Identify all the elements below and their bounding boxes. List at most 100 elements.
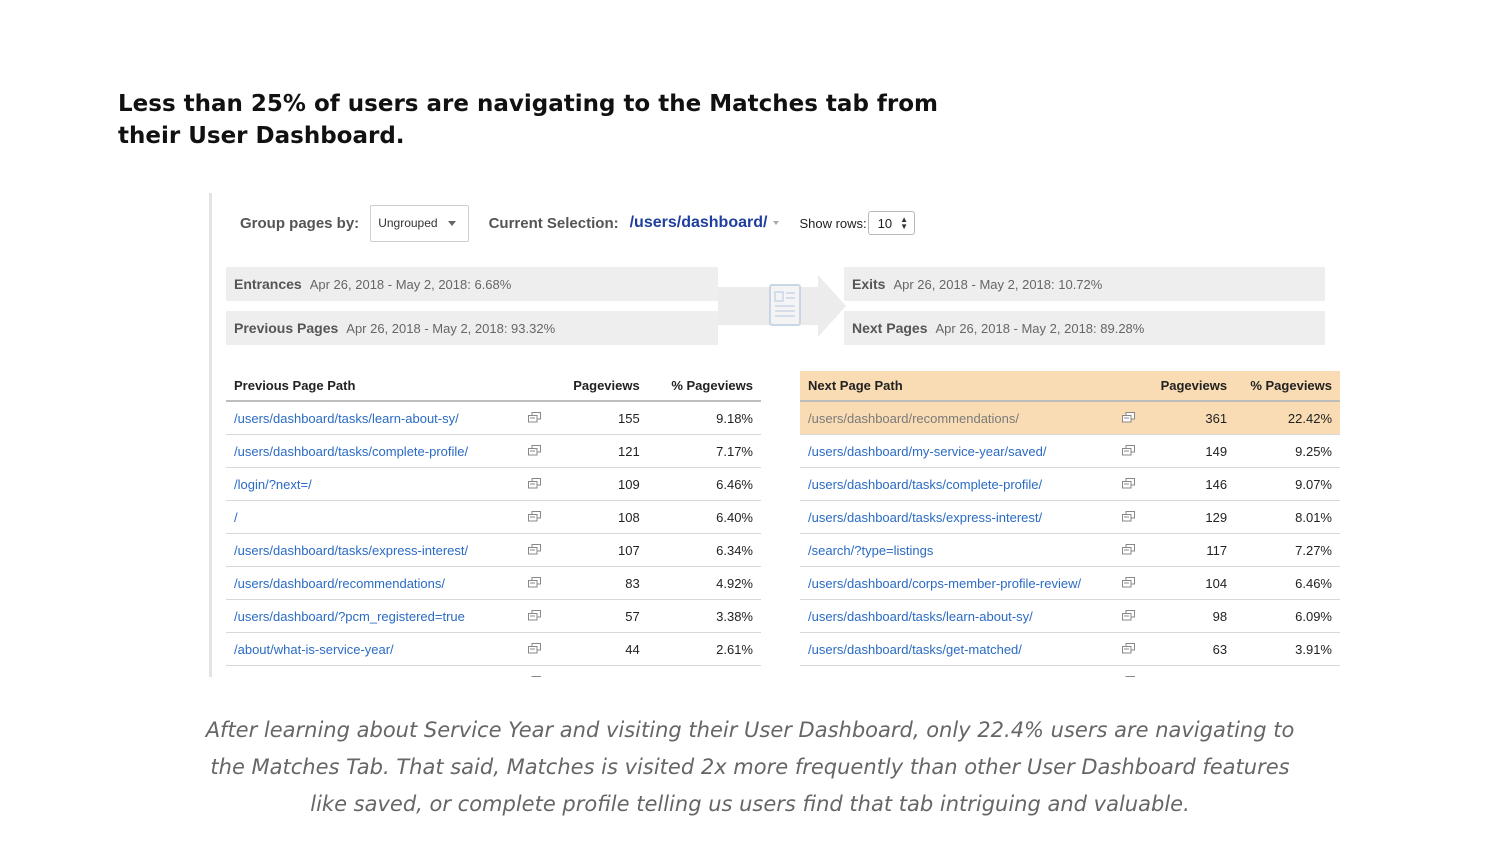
page-path-link[interactable]: /users/dashboard/tasks/learn-about-sy/ [226,401,517,435]
table-row: /users/dashboard/tasks/express-interest/… [226,533,761,567]
show-rows-select[interactable]: 10 ▲ ▼ [867,211,916,235]
pct-pageviews-value: 7.17% [647,434,761,468]
next-pages-metric[interactable]: Next Pages Apr 26, 2018 - May 2, 2018: 8… [844,311,1325,345]
previous-pages-label: Previous Pages [234,320,339,336]
table-row: /users/dashboard/recommendations/83 4.92% [226,566,761,600]
show-rows-label: Show rows: [799,215,867,231]
page-path-link[interactable]: /users/dashboard/?pcm_registered=true [226,599,517,633]
open-in-new-window-icon[interactable] [516,401,553,435]
pageviews-value: 104 [1146,566,1236,600]
page-path-link[interactable]: /users/dashboard/recommendations/ [800,401,1111,435]
column-header-icon [516,371,553,402]
open-in-new-window-icon[interactable] [516,434,553,468]
entrances-value: Apr 26, 2018 - May 2, 2018: 6.68% [309,276,512,292]
open-in-new-window-icon[interactable] [1110,599,1147,633]
table-row: /users/dashboard/tasks/complete-profile/… [800,467,1340,501]
page-path-link[interactable]: /users/dashboard/tasks/get-matched/ [800,632,1111,666]
pct-pageviews-value: 3.38% [647,599,761,633]
pct-pageviews-value: 6.40% [647,500,761,534]
table-row: /about/what-is-service-year/44 2.61% [226,632,761,666]
open-in-new-window-icon[interactable] [516,665,553,677]
column-header-pct-pageviews[interactable]: % Pageviews [1235,371,1340,402]
page-path-link[interactable]: / [226,500,517,534]
table-row: /login/?next=/ 109 6.46% [226,467,761,501]
pct-pageviews-value: 2.61% [647,665,761,677]
column-header-pageviews[interactable]: Pageviews [552,371,648,402]
pct-pageviews-value: 2.36% [1235,665,1340,677]
exits-label: Exits [852,276,886,292]
analytics-screenshot: Group pages by: Ungrouped Current Select… [209,193,1343,677]
pageviews-value: 63 [1146,632,1236,666]
pageviews-value: 108 [552,500,648,534]
pageviews-value: 121 [552,434,648,468]
updown-arrows-icon: ▲ ▼ [900,215,909,231]
page-path-link[interactable]: /login/?next=/ [226,467,517,501]
pct-pageviews-value: 7.27% [1235,533,1340,567]
page-path-link[interactable]: /users/dashboard/tasks/complete-profile/ [226,434,517,468]
pct-pageviews-value: 2.61% [647,632,761,666]
group-pages-dropdown[interactable]: Ungrouped [370,204,469,242]
pageviews-value: 44 [552,632,648,666]
previous-pages-metric[interactable]: Previous Pages Apr 26, 2018 - May 2, 201… [226,311,718,345]
pageviews-value: 109 [552,467,648,501]
table-header-row: Previous Page Path Pageviews % Pageviews [226,371,761,402]
open-in-new-window-icon[interactable] [1110,665,1147,677]
pageviews-value: 129 [1146,500,1236,534]
slide-caption: After learning about Service Year and vi… [205,718,1295,816]
open-in-new-window-icon[interactable] [1110,434,1147,468]
open-in-new-window-icon[interactable] [1110,500,1147,534]
open-in-new-window-icon[interactable] [1110,401,1147,435]
page-path-link[interactable]: /users/dashboard/tasks/learn-about-sy/ [800,599,1111,633]
open-in-new-window-icon[interactable] [1110,566,1147,600]
pageviews-value: 44 [552,665,648,677]
column-header-icon [1110,371,1147,402]
pageviews-value: 361 [1146,401,1236,435]
current-selection-link[interactable]: /users/dashboard/ [630,214,768,232]
pageviews-value: 149 [1146,434,1236,468]
table-row: /users/dashboard/tasks/complete-profile/… [226,434,761,468]
column-header-pct-pageviews[interactable]: % Pageviews [647,371,761,402]
group-pages-label: Group pages by: [240,214,360,232]
navigation-toolbar: Group pages by: Ungrouped Current Select… [240,204,916,242]
page-path-link[interactable]: /users/dashboard/tasks/express-interest/ [800,500,1111,534]
current-selection-label: Current Selection: [488,214,619,232]
page-path-link[interactable]: /users/dashboard/tasks/express-interest/ [226,533,517,567]
page-path-link[interactable]: /about/what-is-service-year/ [226,632,517,666]
open-in-new-window-icon[interactable] [516,632,553,666]
page-path-link[interactable]: /users/dashboard/my-service-year/saved/ [800,434,1111,468]
table-row: /users/dashboard/corps-member-profile-re… [800,566,1340,600]
exits-value: Apr 26, 2018 - May 2, 2018: 10.72% [893,276,1103,292]
next-pages-table: Next Page Path Pageviews % Pageviews /us… [800,371,1340,677]
table-row: /users/dashboard/tasks/express-interest/… [800,500,1340,534]
entrances-metric[interactable]: Entrances Apr 26, 2018 - May 2, 2018: 6.… [226,267,718,301]
table-row: /users/dashboard/recommendations/361 22.4… [800,401,1340,435]
column-header-pageviews[interactable]: Pageviews [1146,371,1236,402]
table-row: /users/dashboard/?pcm_registered=true 57 3… [226,599,761,633]
table-row: /users/dashboard/my-service-year/saved/1… [800,434,1340,468]
page-path-link[interactable]: /search/?type=listings [800,533,1111,567]
page-path-link[interactable]: /users/dashboard/corps-member-profile-re… [800,566,1111,600]
table-row: / 108 6.40% [226,500,761,534]
pct-pageviews-value: 9.25% [1235,434,1340,468]
open-in-new-window-icon[interactable] [516,599,553,633]
open-in-new-window-icon[interactable] [1110,533,1147,567]
table-row: /login/442.61% [226,665,761,677]
pageviews-value: 38 [1146,665,1236,677]
entrances-label: Entrances [234,276,302,292]
page-path-link[interactable]: /users/dashboard/recommendations/ [226,566,517,600]
open-in-new-window-icon[interactable] [516,566,553,600]
slide-headline: Less than 25% of users are navigating to… [118,91,939,149]
open-in-new-window-icon[interactable] [516,467,553,501]
page-path-link[interactable]: /users/dashboard/alumni-profile/ [800,665,1111,677]
open-in-new-window-icon[interactable] [516,533,553,567]
open-in-new-window-icon[interactable] [1110,467,1147,501]
page-path-link[interactable]: /login/ [226,665,517,677]
chevron-down-icon[interactable] [773,221,780,225]
table-row: /users/dashboard/tasks/get-matched/63 3.9… [800,632,1340,666]
open-in-new-window-icon[interactable] [516,500,553,534]
open-in-new-window-icon[interactable] [1110,632,1147,666]
exits-metric[interactable]: Exits Apr 26, 2018 - May 2, 2018: 10.72% [844,267,1325,301]
pct-pageviews-value: 6.34% [647,533,761,567]
page-path-link[interactable]: /users/dashboard/tasks/complete-profile/ [800,467,1111,501]
page-flow-arrow-icon [718,275,846,337]
